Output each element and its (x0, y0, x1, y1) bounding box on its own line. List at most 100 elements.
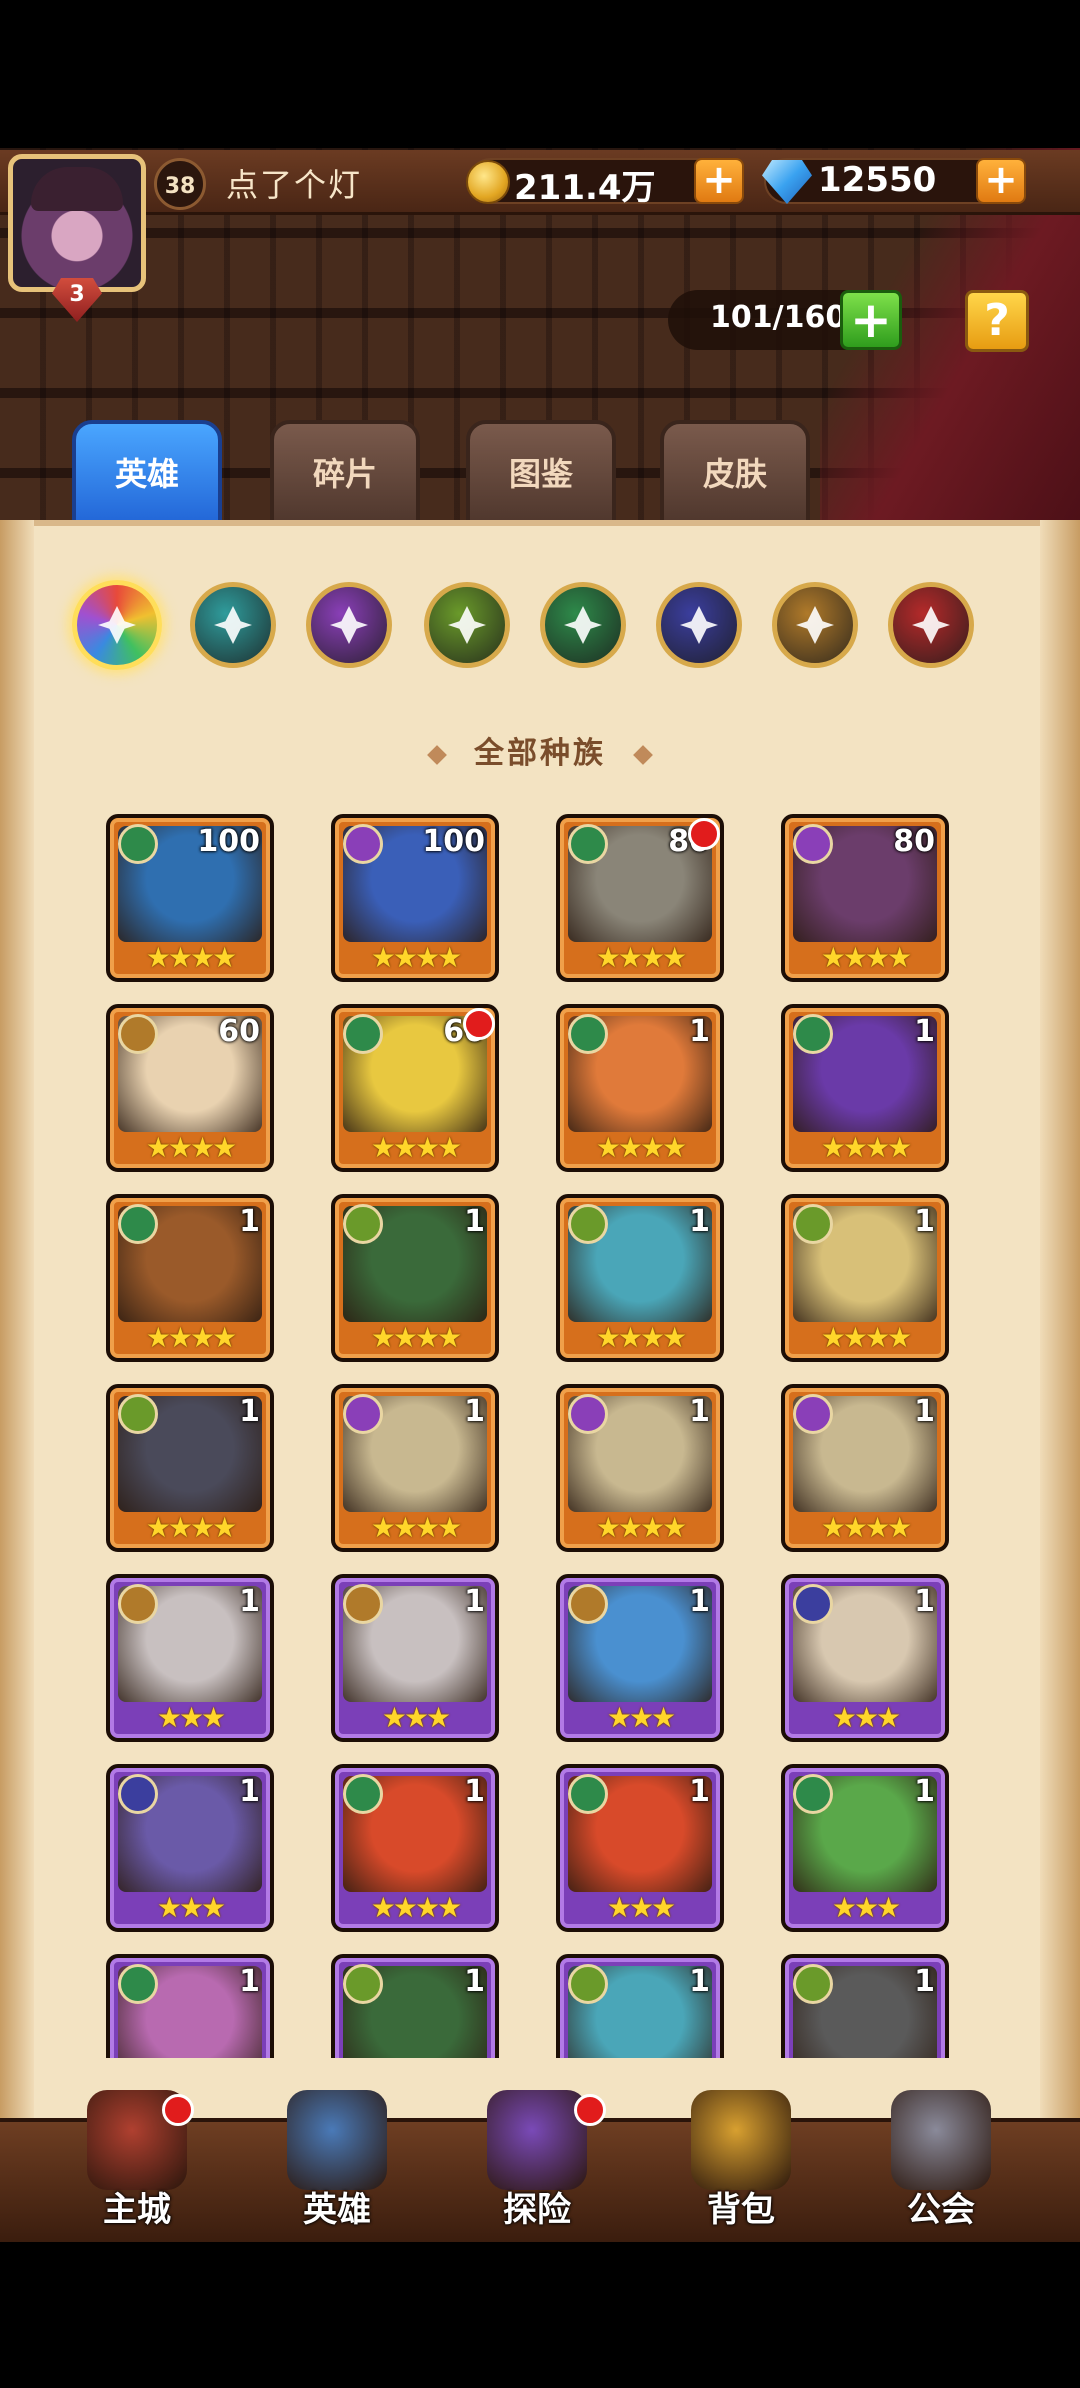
add-gems-button[interactable]: + (976, 158, 1026, 204)
nav-guild[interactable]: 公会 (866, 2090, 1016, 2240)
hero-card[interactable]: 1 (106, 1954, 274, 2058)
hero-level: 1 (914, 1584, 935, 1619)
faction-water-filter[interactable] (190, 582, 276, 668)
nav-explore-icon (487, 2090, 587, 2190)
nav-heroes[interactable]: 英雄 (262, 2090, 412, 2240)
hero-card[interactable]: 1 ★★★ (556, 1764, 724, 1932)
hero-card[interactable]: 60★★★★ (331, 1004, 499, 1172)
help-button[interactable]: ? (965, 290, 1029, 352)
hero-level: 1 (914, 1774, 935, 1809)
hero-stars: ★★★★ (370, 1321, 462, 1354)
hero-level: 1 (464, 1394, 485, 1429)
hero-card[interactable]: 1 ★★★ (106, 1764, 274, 1932)
hero-faction-icon (793, 1014, 833, 1054)
hero-faction-icon (568, 1584, 608, 1624)
hero-card[interactable]: 1 ★★★★ (781, 1384, 949, 1552)
faction-fire-filter[interactable] (888, 582, 974, 668)
notification-dot (688, 818, 720, 850)
hero-card[interactable]: 100 ★★★★ (331, 814, 499, 982)
hero-faction-icon (568, 1014, 608, 1054)
hero-card[interactable]: 1 ★★★ (781, 1574, 949, 1742)
hero-card[interactable]: 1 ★★★★ (331, 1764, 499, 1932)
hero-card[interactable]: 1 ★★★ (556, 1574, 724, 1742)
hero-card[interactable]: 1 ★★★ (106, 1574, 274, 1742)
section-title-text: 全部种族 (474, 736, 606, 771)
title-ornament-right (633, 744, 653, 765)
hero-card[interactable]: 1 ★★★★ (781, 1194, 949, 1362)
hero-faction-icon (118, 1584, 158, 1624)
hero-stars: ★★★ (156, 1701, 226, 1734)
hero-card[interactable]: 100 ★★★★ (106, 814, 274, 982)
gold-amount: 211.4万 (514, 168, 656, 208)
tab-heroes[interactable]: 英雄 (72, 420, 222, 530)
hero-level: 1 (914, 1964, 935, 1999)
hero-card[interactable]: 60★★★★ (106, 1004, 274, 1172)
faction-shadow-icon (680, 606, 718, 644)
hero-card[interactable]: 1 (556, 1954, 724, 2058)
nav-backpack[interactable]: 背包 (666, 2090, 816, 2240)
hero-card[interactable]: 1 ★★★ (781, 1764, 949, 1932)
hero-level: 100 (197, 824, 260, 859)
faction-arcane-filter[interactable] (306, 582, 392, 668)
add-gold-button[interactable]: + (694, 158, 744, 204)
hero-card[interactable]: 1 ★★★★ (556, 1004, 724, 1172)
hero-card[interactable]: 1 (331, 1954, 499, 2058)
hero-card[interactable]: 1 ★★★★ (556, 1384, 724, 1552)
expand-capacity-button[interactable]: + (840, 290, 902, 350)
hero-stars: ★★★★ (595, 941, 687, 974)
faction-forest-icon (564, 606, 602, 644)
hero-faction-icon (793, 1774, 833, 1814)
hero-faction-icon (343, 1964, 383, 2004)
hero-stars: ★★★★ (820, 1321, 912, 1354)
player-level: 38 (154, 158, 206, 210)
tab-codex[interactable]: 图鉴 (466, 420, 616, 530)
hero-card[interactable]: 1 (781, 1954, 949, 2058)
hero-card[interactable]: 1 ★★★★ (331, 1194, 499, 1362)
faction-shadow-filter[interactable] (656, 582, 742, 668)
hero-faction-icon (118, 1394, 158, 1434)
hero-faction-icon (568, 824, 608, 864)
hero-card[interactable]: 1 ★★★★ (331, 1384, 499, 1552)
nav-explore-label: 探险 (503, 2190, 571, 2230)
hero-card[interactable]: 1 ★★★★ (556, 1194, 724, 1362)
hero-card[interactable]: 1 ★★★ (331, 1574, 499, 1742)
hero-level: 1 (689, 1394, 710, 1429)
player-avatar[interactable] (8, 154, 146, 292)
faction-light-filter[interactable] (772, 582, 858, 668)
hero-faction-icon (793, 824, 833, 864)
hero-stars: ★★★★ (370, 941, 462, 974)
hero-card[interactable]: 1 ★★★★ (106, 1194, 274, 1362)
hero-card[interactable]: 1 ★★★★ (781, 1004, 949, 1172)
hero-level: 80 (893, 824, 935, 859)
hero-card[interactable]: 80 ★★★★ (781, 814, 949, 982)
hero-card[interactable]: 80★★★★ (556, 814, 724, 982)
player-name: 点了个灯 (226, 166, 363, 204)
hero-faction-icon (118, 1774, 158, 1814)
nav-explore[interactable]: 探险 (462, 2090, 612, 2240)
hero-level: 1 (689, 1964, 710, 1999)
hero-stars: ★★★★ (370, 1131, 462, 1164)
faction-nature-eye-filter[interactable] (424, 582, 510, 668)
hero-card[interactable]: 1 ★★★★ (106, 1384, 274, 1552)
hero-level: 1 (239, 1964, 260, 1999)
all-factions-filter[interactable] (72, 580, 162, 670)
hero-faction-icon (568, 1964, 608, 2004)
nav-backpack-icon (691, 2090, 791, 2190)
nav-main-city[interactable]: 主城 (62, 2090, 212, 2240)
nav-heroes-label: 英雄 (303, 2190, 371, 2230)
faction-forest-filter[interactable] (540, 582, 626, 668)
hero-stars: ★★★★ (820, 941, 912, 974)
all-factions-icon (98, 606, 136, 644)
hero-level: 1 (689, 1204, 710, 1239)
gold-coin-icon (466, 160, 510, 204)
hero-level: 60 (218, 1014, 260, 1049)
tab-fragments[interactable]: 碎片 (270, 420, 420, 530)
tab-skins[interactable]: 皮肤 (660, 420, 810, 530)
hero-stars: ★★★ (156, 1891, 226, 1924)
faction-nature-eye-icon (448, 606, 486, 644)
nav-backpack-label: 背包 (707, 2190, 775, 2230)
hero-stars: ★★★★ (595, 1131, 687, 1164)
hero-stars: ★★★★ (370, 1511, 462, 1544)
nav-heroes-icon (287, 2090, 387, 2190)
hero-stars: ★★★★ (370, 1891, 462, 1924)
